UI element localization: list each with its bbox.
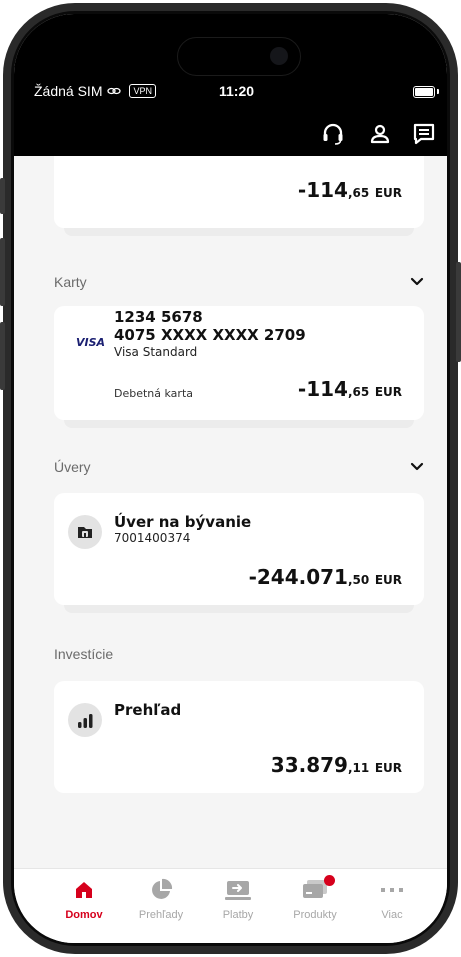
card-amount: -114,65 EUR — [297, 377, 402, 401]
more-icon — [357, 877, 427, 903]
loan-name: Úver na bývanie — [114, 513, 252, 531]
status-left: Žádná SIM VPN — [34, 83, 156, 99]
investment-amount: 33.879,11 EUR — [270, 753, 402, 777]
card-product: Visa Standard — [114, 345, 198, 359]
chevron-down-icon[interactable] — [409, 274, 425, 290]
card-stack-shadow — [64, 605, 414, 613]
investment-name: Prehľad — [114, 701, 182, 719]
carrier-label: Žádná SIM — [34, 83, 103, 99]
headset-icon[interactable] — [320, 121, 346, 147]
messages-icon[interactable] — [411, 121, 437, 147]
payment-card[interactable]: VISA 1234 5678 4075 XXXX XXXX 2709 Visa … — [54, 306, 424, 420]
side-button-right — [456, 262, 461, 362]
bottom-tab-bar: Domov Prehľady Platby Produkty Viac — [14, 868, 447, 943]
side-button-left-3 — [0, 322, 5, 390]
side-button-left-1 — [0, 178, 5, 214]
tab-label: Produkty — [293, 909, 337, 921]
section-title-loans: Úvery — [54, 459, 91, 475]
screen: -114,65 EUR Karty VISA 1234 5678 4075 XX… — [14, 14, 447, 943]
chevron-down-icon[interactable] — [409, 459, 425, 475]
pie-chart-icon — [126, 877, 196, 903]
card-stack-shadow — [64, 420, 414, 428]
tab-label: Platby — [222, 909, 254, 921]
battery-tip — [437, 89, 439, 94]
transfer-icon — [203, 877, 273, 903]
vpn-badge: VPN — [129, 84, 156, 98]
loan-amount: -244.071,50 EUR — [248, 565, 402, 589]
section-title-investments: Investície — [54, 646, 114, 662]
link-icon — [107, 83, 122, 99]
investment-card[interactable]: Prehľad 33.879,11 EUR — [54, 681, 424, 793]
card-stack-shadow — [64, 228, 414, 236]
visa-logo-icon: VISA — [76, 336, 106, 349]
tab-home[interactable]: Domov — [49, 877, 119, 921]
card-alias: 1234 5678 — [114, 308, 203, 326]
section-title-cards: Karty — [54, 274, 87, 290]
notification-dot — [324, 875, 335, 886]
tab-label: Domov — [65, 909, 103, 921]
cards-icon — [280, 875, 350, 903]
side-button-left-2 — [0, 238, 5, 306]
tab-more[interactable]: Viac — [357, 877, 427, 921]
tab-label: Viac — [381, 909, 403, 921]
home-icon — [49, 877, 119, 903]
dynamic-island — [177, 37, 301, 76]
battery-icon — [413, 86, 435, 98]
tab-label: Prehľady — [138, 909, 184, 921]
top-bar: Žádná SIM VPN 11:20 — [14, 14, 447, 156]
card-number: 4075 XXXX XXXX 2709 — [114, 326, 306, 344]
tab-overviews[interactable]: Prehľady — [126, 877, 196, 921]
loan-card[interactable]: Úver na bývanie 7001400374 -244.071,50 E… — [54, 493, 424, 605]
tab-products[interactable]: Produkty — [280, 875, 350, 921]
camera-dot — [270, 47, 288, 65]
investment-chart-icon — [68, 703, 102, 737]
loan-icon — [68, 515, 102, 549]
loan-number: 7001400374 — [114, 531, 191, 545]
profile-icon[interactable] — [367, 121, 393, 147]
account-amount: -114,65 EUR — [297, 178, 402, 202]
status-time: 11:20 — [219, 83, 255, 99]
tab-payments[interactable]: Platby — [203, 877, 273, 921]
card-type: Debetná karta — [114, 387, 194, 400]
